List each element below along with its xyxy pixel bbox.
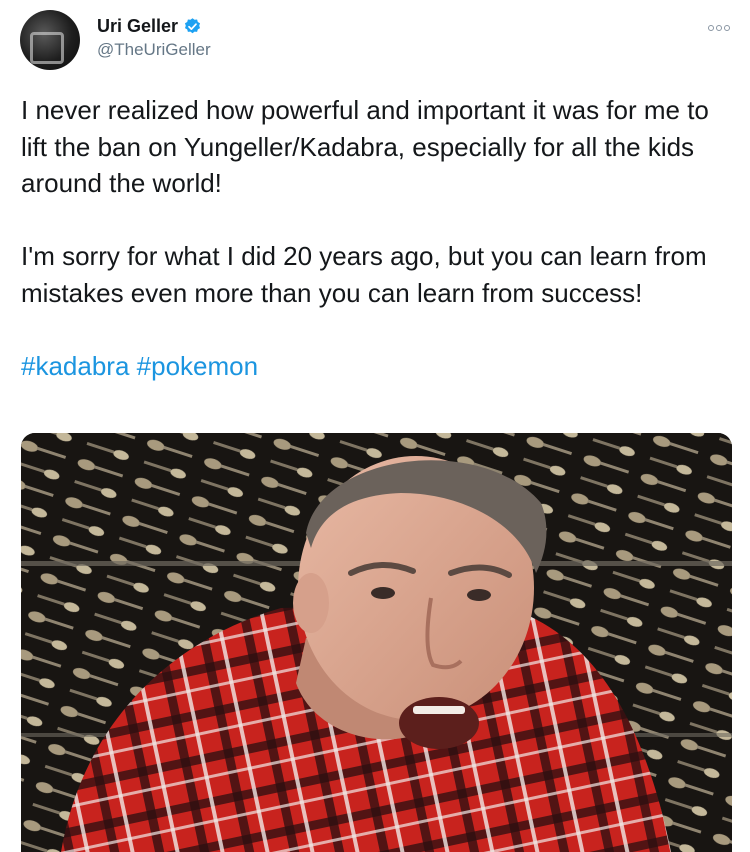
verified-badge-icon: [185, 18, 201, 34]
handle[interactable]: @TheUriGeller: [97, 40, 211, 60]
video-frame-image: [21, 433, 732, 852]
hashtag-row: #kadabra #pokemon: [21, 348, 731, 385]
tweet-paragraph-1: I never realized how powerful and import…: [21, 95, 709, 198]
display-name-row: Uri Geller: [97, 16, 211, 37]
tweet-paragraph-2: I'm sorry for what I did 20 years ago, b…: [21, 241, 707, 308]
more-options-icon[interactable]: [706, 20, 732, 36]
display-name[interactable]: Uri Geller: [97, 16, 178, 37]
author-names: Uri Geller @TheUriGeller: [97, 16, 211, 60]
hashtag-pokemon[interactable]: #pokemon: [137, 351, 258, 381]
tweet-header: Uri Geller @TheUriGeller: [20, 10, 734, 72]
video-thumbnail[interactable]: [21, 433, 732, 852]
avatar[interactable]: [20, 10, 80, 70]
tweet-text: I never realized how powerful and import…: [21, 92, 731, 384]
hashtag-kadabra[interactable]: #kadabra: [21, 351, 129, 381]
tweet-card: Uri Geller @TheUriGeller I never realize…: [0, 0, 750, 852]
